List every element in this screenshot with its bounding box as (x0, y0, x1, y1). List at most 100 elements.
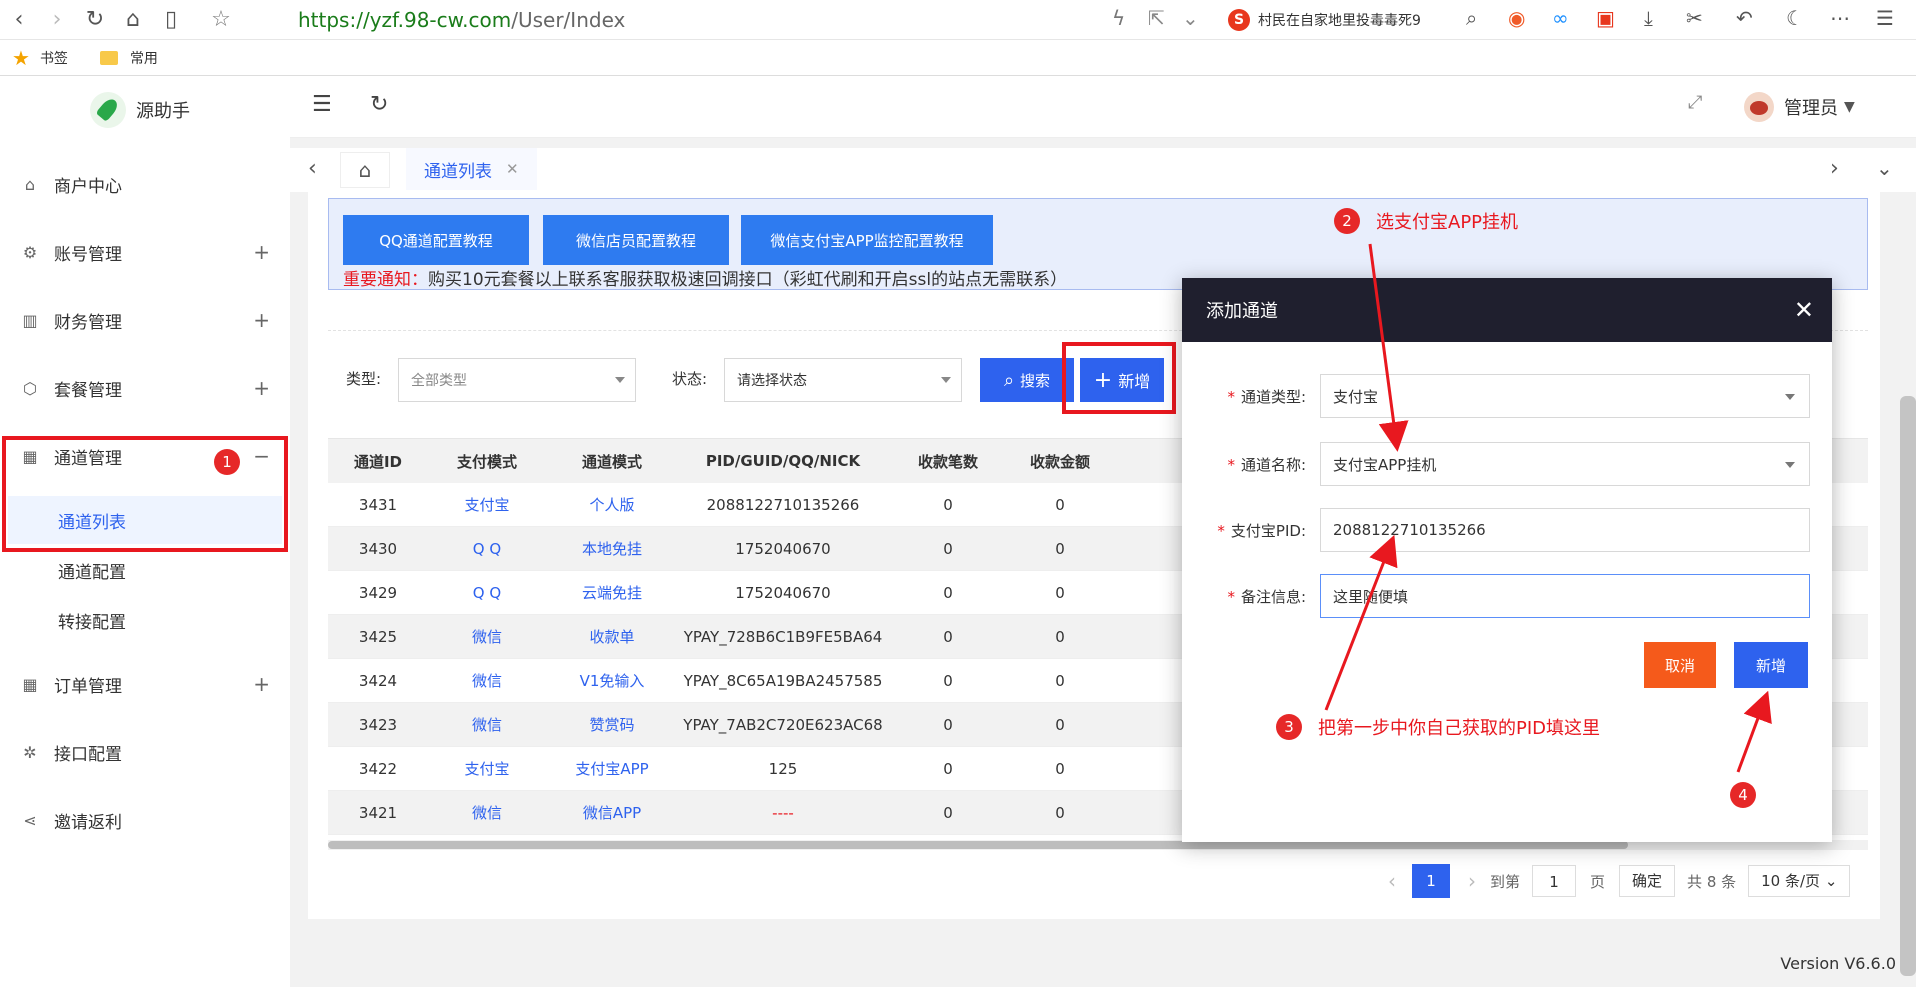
screenshot-scissors-icon[interactable]: ✂ (1686, 6, 1703, 30)
cell-pay[interactable]: 微信 (428, 714, 546, 735)
cell-pay[interactable]: Q Q (428, 540, 546, 558)
sidebar-item-account[interactable]: ⚙ 账号管理 + (0, 226, 290, 278)
sidebar-subitem-channel-config[interactable]: 通道配置 (0, 546, 290, 594)
common-folder[interactable]: 常用 (99, 48, 158, 68)
cell-pay[interactable]: 支付宝 (428, 494, 546, 515)
chevron-down-icon: ⌄ (1824, 872, 1838, 890)
app-monitor-tutorial-button[interactable]: 微信支付宝APP监控配置教程 (741, 215, 993, 265)
dropdown-icon[interactable]: ⌄ (1182, 6, 1199, 30)
cancel-button[interactable]: 取消 (1644, 642, 1716, 688)
scrollbar-thumb[interactable] (328, 841, 1628, 849)
infinity-icon[interactable]: ∞ (1552, 6, 1569, 30)
cell-pay[interactable]: 微信 (428, 802, 546, 823)
wechat-tutorial-button[interactable]: 微信店员配置教程 (543, 215, 729, 265)
reader-icon[interactable]: ▯ (152, 7, 190, 32)
back-icon[interactable]: ‹ (0, 7, 38, 32)
cell-id: 3430 (358, 539, 398, 558)
cell-mode[interactable]: 支付宝APP (546, 758, 678, 779)
qq-tutorial-button[interactable]: QQ通道配置教程 (343, 215, 529, 265)
cell-pay[interactable]: 微信 (428, 670, 546, 691)
menu-toggle-icon[interactable]: ☰ (312, 92, 332, 117)
cell-count: 0 (943, 715, 953, 734)
home-icon[interactable]: ⌂ (114, 7, 152, 32)
night-mode-icon[interactable]: ☾ (1786, 6, 1804, 30)
goto-page-input[interactable]: 1 (1532, 865, 1577, 897)
cell-mode[interactable]: 收款单 (546, 626, 678, 647)
status-select[interactable]: 请选择状态 (724, 358, 962, 402)
more-icon[interactable]: ⋯ (1830, 6, 1850, 30)
sidebar-item-package[interactable]: ⬡ 套餐管理 + (0, 362, 290, 414)
prev-page-icon[interactable]: ‹ (1388, 869, 1396, 893)
channel-type-value: 支付宝 (1333, 387, 1379, 406)
game-icon[interactable]: ◉ (1508, 6, 1525, 30)
cell-mode[interactable]: 个人版 (546, 494, 678, 515)
cell-id: 3423 (358, 715, 398, 734)
sidebar-item-invite[interactable]: ⋖ 邀请返利 (0, 794, 290, 846)
cell-mode[interactable]: 赞赏码 (546, 714, 678, 735)
tab-close-icon[interactable]: ✕ (506, 160, 519, 178)
user-menu[interactable]: 管理员 ▼ (1744, 92, 1855, 122)
undo-icon[interactable]: ↶ (1736, 6, 1753, 30)
sidebar-subitem-transfer-config[interactable]: 转接配置 (0, 596, 290, 644)
channel-type-select[interactable]: 支付宝 (1320, 374, 1810, 418)
cell-pay[interactable]: 微信 (428, 626, 546, 647)
cell-mode[interactable]: V1免输入 (546, 670, 678, 691)
page-scrollbar[interactable] (1900, 396, 1916, 976)
translate-icon[interactable]: ▣ (1596, 6, 1615, 30)
annotation-text-2: 选支付宝APP挂机 (1376, 212, 1519, 233)
reload-icon[interactable]: ↻ (76, 7, 114, 32)
cell-pid: YPAY_728B6C1B9FE5BA64 (683, 627, 883, 646)
share-icon[interactable]: ⇱ (1148, 6, 1165, 30)
tabs-menu-chevron-icon[interactable]: ⌄ (1876, 156, 1893, 180)
sidebar-item-api-config[interactable]: ✲ 接口配置 (0, 726, 290, 778)
browser-toolbar: ‹ › ↻ ⌂ ▯ ☆ https://yzf.98-cw.com/User/I… (0, 0, 1916, 40)
tabs-prev-icon[interactable]: ‹ (308, 156, 317, 181)
per-page-select[interactable]: 10 条/页 ⌄ (1748, 865, 1851, 897)
close-icon[interactable]: ✕ (1794, 296, 1814, 324)
fullscreen-icon[interactable]: ⤢ (1688, 92, 1702, 113)
tabs-next-icon[interactable]: › (1830, 156, 1839, 181)
type-select[interactable]: 全部类型 (398, 358, 636, 402)
cell-amount: 0 (1055, 627, 1065, 646)
page-1[interactable]: 1 (1412, 864, 1450, 898)
refresh-icon[interactable]: ↻ (370, 92, 388, 117)
cell-mode[interactable]: 本地免挂 (546, 538, 678, 559)
next-page-icon[interactable]: › (1468, 869, 1476, 893)
favorite-star-icon[interactable]: ☆ (202, 7, 240, 32)
cell-pay[interactable]: 支付宝 (428, 758, 546, 779)
remark-value: 这里随便填 (1333, 587, 1409, 606)
expand-plus-icon: + (253, 672, 270, 696)
tab-home-icon[interactable]: ⌂ (340, 152, 390, 188)
cell-pay[interactable]: Q Q (428, 584, 546, 602)
form-row-pid: * 支付宝PID: 2088122710135266 (1182, 508, 1832, 552)
modal-header: 添加通道 ✕ (1182, 278, 1832, 342)
sidebar-item-finance[interactable]: ▥ 财务管理 + (0, 294, 290, 346)
confirm-add-button[interactable]: 新增 (1734, 642, 1808, 688)
app-logo[interactable]: 源助手 (90, 92, 190, 128)
field-label: * 备注信息: (1182, 586, 1320, 607)
tab-channel-list[interactable]: 通道列表 ✕ (406, 148, 537, 190)
menu-icon[interactable]: ☰ (1876, 6, 1894, 30)
sidebar-item-label: 订单管理 (54, 676, 122, 697)
cell-mode[interactable]: 微信APP (546, 802, 678, 823)
browser-search[interactable]: S 村民在自家地里投毒毒死9 (1228, 7, 1480, 33)
download-icon[interactable]: ⤓ (1644, 6, 1653, 30)
lightning-icon[interactable]: ϟ (1112, 6, 1125, 30)
sidebar-item-merchant[interactable]: ⌂ 商户中心 (0, 158, 290, 210)
search-button[interactable]: ⌕ 搜索 (980, 358, 1074, 402)
required-mark: * (1227, 587, 1235, 606)
search-icon[interactable]: ⌕ (1466, 6, 1477, 30)
forward-icon[interactable]: › (38, 7, 76, 32)
goto-label: 到第 (1490, 872, 1521, 891)
cell-mode[interactable]: 云端免挂 (546, 582, 678, 603)
modal-title: 添加通道 (1206, 301, 1278, 322)
alipay-pid-input[interactable]: 2088122710135266 (1320, 508, 1810, 552)
remark-input[interactable]: 这里随便填 (1320, 574, 1810, 618)
channel-name-select[interactable]: 支付宝APP挂机 (1320, 442, 1810, 486)
sidebar-item-orders[interactable]: ▦ 订单管理 + (0, 658, 290, 710)
version-label: Version V6.6.0 (1780, 954, 1896, 973)
address-bar[interactable]: https://yzf.98-cw.com/User/Index (298, 8, 625, 32)
goto-confirm-button[interactable]: 确定 (1619, 865, 1676, 897)
bookmarks-item[interactable]: ★ 书签 (12, 46, 68, 70)
sidebar-item-label: 邀请返利 (54, 812, 122, 833)
